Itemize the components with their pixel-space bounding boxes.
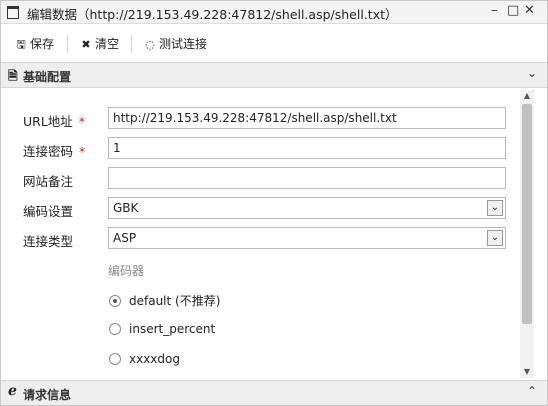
test-connection-label: 测试连接 [159,37,208,51]
save-label: 保存 [30,37,55,51]
required-marker: * [79,144,86,159]
spinner-icon: ◌ [145,38,155,51]
window-title: 编辑数据（http://219.153.49.228:47812/shell.a… [27,7,398,22]
encoder-option-label: default (不推荐) [129,294,221,308]
test-connection-button[interactable]: ◌ 测试连接 [144,35,207,53]
radio-unselected[interactable] [109,323,121,335]
clear-icon: ✖ [81,38,91,51]
chevron-down-icon[interactable]: ⌄ [527,66,537,80]
chevron-up-icon[interactable]: ⌃ [527,384,537,398]
toolbar-divider [67,35,68,53]
title-bar: 编辑数据（http://219.153.49.228:47812/shell.a… [1,1,547,24]
form-scrollbar[interactable]: ▲ ▼ [520,90,534,378]
required-marker: * [78,114,86,129]
close-button[interactable]: ✕ [524,3,535,18]
chevron-down-icon[interactable]: ⌄ [487,230,503,246]
encoding-select[interactable]: GBK ⌄ [108,197,506,219]
section-request-label: 请求信息 [23,388,72,402]
window-icon [7,6,19,19]
password-input[interactable]: 1 [108,137,506,159]
document-icon: 🗎 [8,69,18,83]
encoding-label: 编码设置 [23,204,74,219]
e-icon: ℯ [8,383,17,399]
minimize-button[interactable]: – [491,3,498,18]
edit-data-window: 编辑数据（http://219.153.49.228:47812/shell.a… [0,0,548,406]
note-label: 网站备注 [23,174,74,189]
clear-button[interactable]: ✖ 清空 [80,35,119,53]
url-label: URL地址 * [23,114,86,129]
scrollbar-thumb[interactable] [522,104,532,324]
password-label: 连接密码 * [23,144,86,159]
encoder-option-insert-percent[interactable]: insert_percent [109,322,215,336]
basic-config-form: URL地址 * http://219.153.49.228:47812/shell… [1,90,518,378]
scroll-up-icon[interactable]: ▲ [520,90,534,102]
encoder-option-label: xxxxdog [129,352,180,366]
save-button[interactable]: 🖫 保存 [15,35,54,53]
toolbar-divider [131,35,132,53]
encoder-option-label: insert_percent [129,322,216,336]
radio-selected[interactable] [109,295,121,307]
encoder-group-title: 编码器 [108,264,145,278]
section-basic-config[interactable]: 🗎 基础配置 ⌄ [1,62,547,88]
connection-type-select[interactable]: ASP ⌄ [108,227,506,249]
encoder-option-xxxxdog[interactable]: xxxxdog [109,352,180,366]
maximize-button[interactable]: □ [507,3,519,18]
connection-type-value: ASP [113,231,137,245]
section-request-info[interactable]: ℯ 请求信息 ⌃ [1,380,547,405]
encoding-value: GBK [113,201,139,215]
url-input[interactable]: http://219.153.49.228:47812/shell.asp/sh… [108,107,506,129]
note-input[interactable] [108,167,506,189]
section-basic-label: 基础配置 [23,70,72,84]
scroll-down-icon[interactable]: ▼ [520,366,534,378]
clear-label: 清空 [95,37,120,51]
encoder-option-default[interactable]: default (不推荐) [109,292,220,309]
save-icon: 🖫 [16,38,26,51]
radio-unselected[interactable] [109,353,121,365]
chevron-down-icon[interactable]: ⌄ [487,200,503,216]
toolbar: 🖫 保存 ✖ 清空 ◌ 测试连接 [1,31,547,57]
connection-type-label: 连接类型 [23,234,74,249]
